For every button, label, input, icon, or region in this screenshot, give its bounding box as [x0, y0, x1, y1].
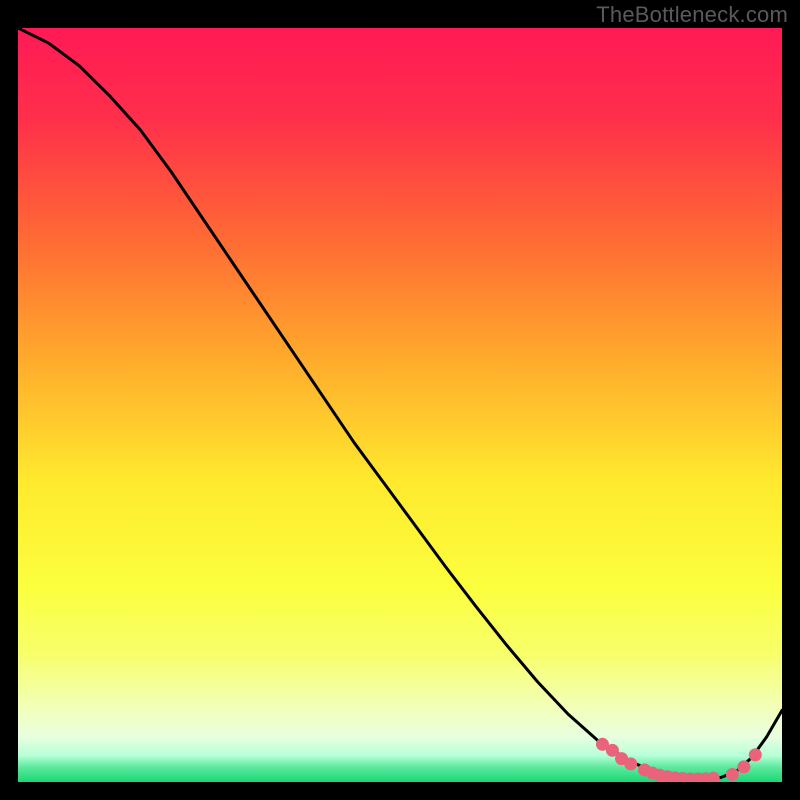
bottleneck-curve — [18, 28, 782, 779]
curve-layer — [18, 28, 782, 782]
data-marker — [624, 757, 637, 770]
data-marker — [726, 768, 739, 781]
attribution-text: TheBottleneck.com — [596, 2, 788, 28]
data-marker — [749, 748, 762, 761]
plot-area — [18, 28, 782, 782]
data-marker — [737, 760, 750, 773]
